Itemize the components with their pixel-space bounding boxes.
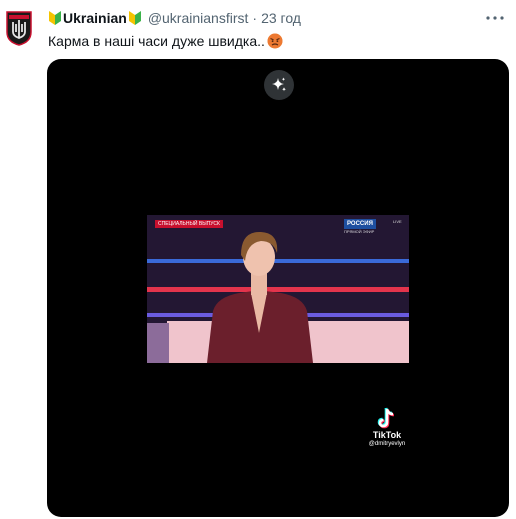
grok-button[interactable] — [264, 70, 294, 100]
channel-subtitle: ПРЯМОЙ ЭФИР — [344, 229, 375, 234]
more-dots-icon — [486, 16, 504, 20]
tiktok-username: @dmitryevlyn — [368, 441, 406, 447]
tiktok-watermark: TikTok @dmitryevlyn — [352, 407, 422, 447]
separator-dot: · — [252, 10, 258, 26]
broadcast-label: СПЕЦИАЛЬНЫЙ ВЫПУСК — [155, 220, 223, 228]
display-name[interactable]: Ukrainian — [63, 10, 127, 26]
tweet: Ukrainian @ukrainiansfirst · 23 год Карм… — [0, 0, 516, 519]
tiktok-name: TikTok — [372, 430, 402, 440]
beginner-badge-icon — [128, 10, 142, 26]
studio-scene — [147, 215, 409, 363]
tiktok-note-icon — [377, 407, 395, 429]
video-player[interactable]: СПЕЦИАЛЬНЫЙ ВЫПУСК РОССИЯ ПРЯМОЙ ЭФИР LI… — [47, 59, 509, 517]
angry-face-icon — [267, 33, 283, 49]
grok-sparkle-icon — [272, 77, 286, 92]
tweet-text: Карма в наші часи дуже швидка.. — [48, 32, 283, 50]
tweet-text-content: Карма в наші часи дуже швидка.. — [48, 33, 265, 49]
beginner-badge-icon — [48, 10, 62, 26]
trident-shield-icon — [6, 11, 32, 46]
more-options-button[interactable] — [484, 10, 506, 26]
user-handle[interactable]: @ukrainiansfirst — [148, 10, 249, 26]
channel-logo: РОССИЯ — [344, 219, 376, 229]
live-badge: LIVE — [393, 219, 402, 224]
timestamp[interactable]: 23 год — [261, 10, 301, 26]
avatar[interactable] — [6, 10, 32, 46]
video-frame: СПЕЦИАЛЬНЫЙ ВЫПУСК РОССИЯ ПРЯМОЙ ЭФИР LI… — [147, 215, 409, 363]
tweet-header: Ukrainian @ukrainiansfirst · 23 год — [48, 8, 301, 28]
